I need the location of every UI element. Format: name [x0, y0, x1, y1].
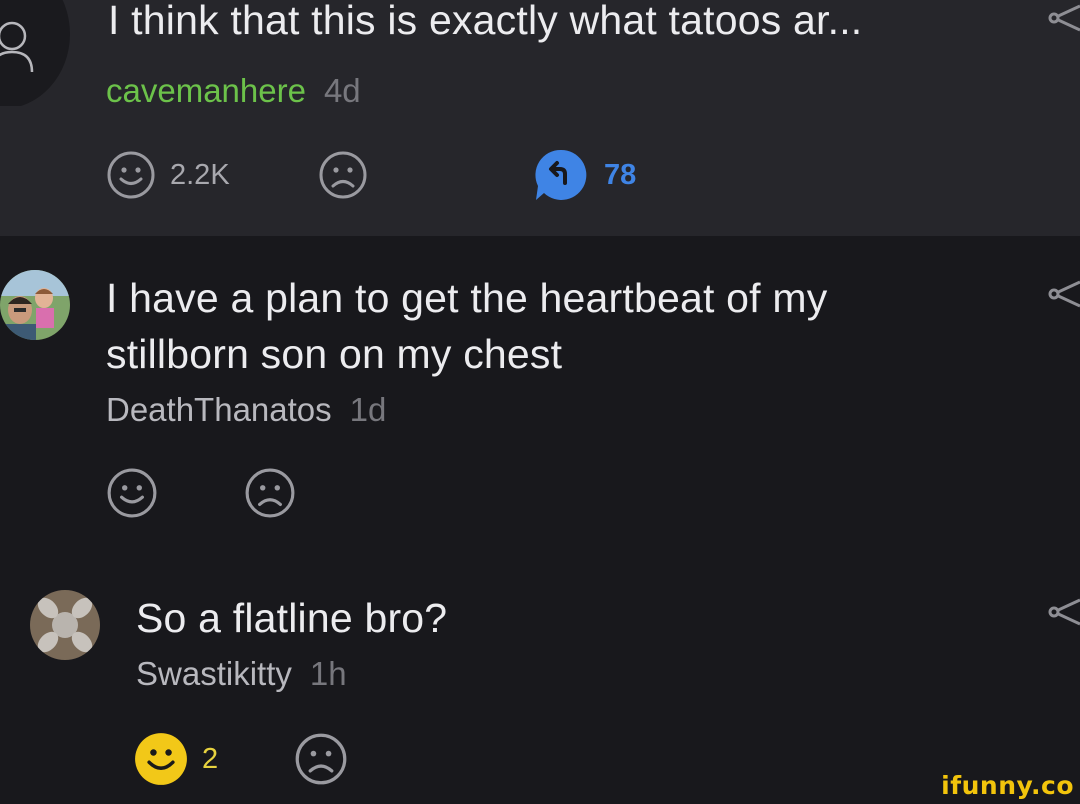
like-count: 2	[202, 742, 219, 775]
comment-meta: Swastikitty 1h	[136, 654, 347, 694]
frown-icon	[319, 151, 367, 199]
smile-button[interactable]	[106, 467, 158, 519]
share-button[interactable]	[1048, 2, 1080, 37]
comment-card: I think that this is exactly what tatoos…	[0, 0, 1080, 236]
comment-text-line: I have a plan to get the heartbeat of my	[106, 275, 828, 321]
smile-icon	[107, 151, 155, 199]
share-icon	[1048, 4, 1080, 32]
comment-time: 1h	[309, 655, 347, 692]
comment-time: 4d	[323, 72, 361, 109]
comment-author[interactable]: cavemanhere	[106, 72, 306, 109]
reply-button[interactable]: 78	[534, 148, 636, 202]
comment-text: So a flatline bro?	[136, 595, 448, 641]
comment-author[interactable]: DeathThanatos	[106, 391, 332, 428]
frown-button[interactable]	[244, 467, 296, 519]
comment-card: So a flatline bro? Swastikitty 1h 2	[0, 566, 1080, 804]
comment-text: I think that this is exactly what tatoos…	[108, 0, 863, 43]
share-button[interactable]	[1048, 596, 1080, 631]
like-count: 2.2K	[170, 158, 230, 191]
frown-button[interactable]	[294, 732, 348, 786]
smile-icon	[135, 733, 187, 785]
comment-text-line: stillborn son on my chest	[106, 331, 563, 377]
share-button[interactable]	[1048, 278, 1080, 313]
comment-time: 1d	[349, 391, 387, 428]
smile-button[interactable]: 2	[134, 732, 218, 786]
share-icon	[1048, 598, 1080, 626]
avatar[interactable]	[0, 0, 70, 106]
comment-meta: cavemanhere 4d	[106, 71, 361, 111]
smile-button[interactable]: 2.2K	[106, 150, 230, 200]
avatar[interactable]	[0, 270, 70, 340]
share-icon	[1048, 280, 1080, 308]
comment-author[interactable]: Swastikitty	[136, 655, 292, 692]
frown-icon	[245, 468, 295, 518]
avatar[interactable]	[30, 590, 100, 660]
smile-icon	[107, 468, 157, 518]
frown-button[interactable]	[318, 150, 368, 200]
reply-count: 78	[604, 158, 637, 191]
comment-card: I have a plan to get the heartbeat of my…	[0, 236, 1080, 566]
frown-icon	[295, 733, 347, 785]
comment-text: I have a plan to get the heartbeat of my…	[106, 270, 827, 382]
comment-meta: DeathThanatos 1d	[106, 390, 386, 430]
ifunny-watermark: ifunny.co	[941, 771, 1074, 800]
reply-bubble-icon	[535, 149, 587, 200]
